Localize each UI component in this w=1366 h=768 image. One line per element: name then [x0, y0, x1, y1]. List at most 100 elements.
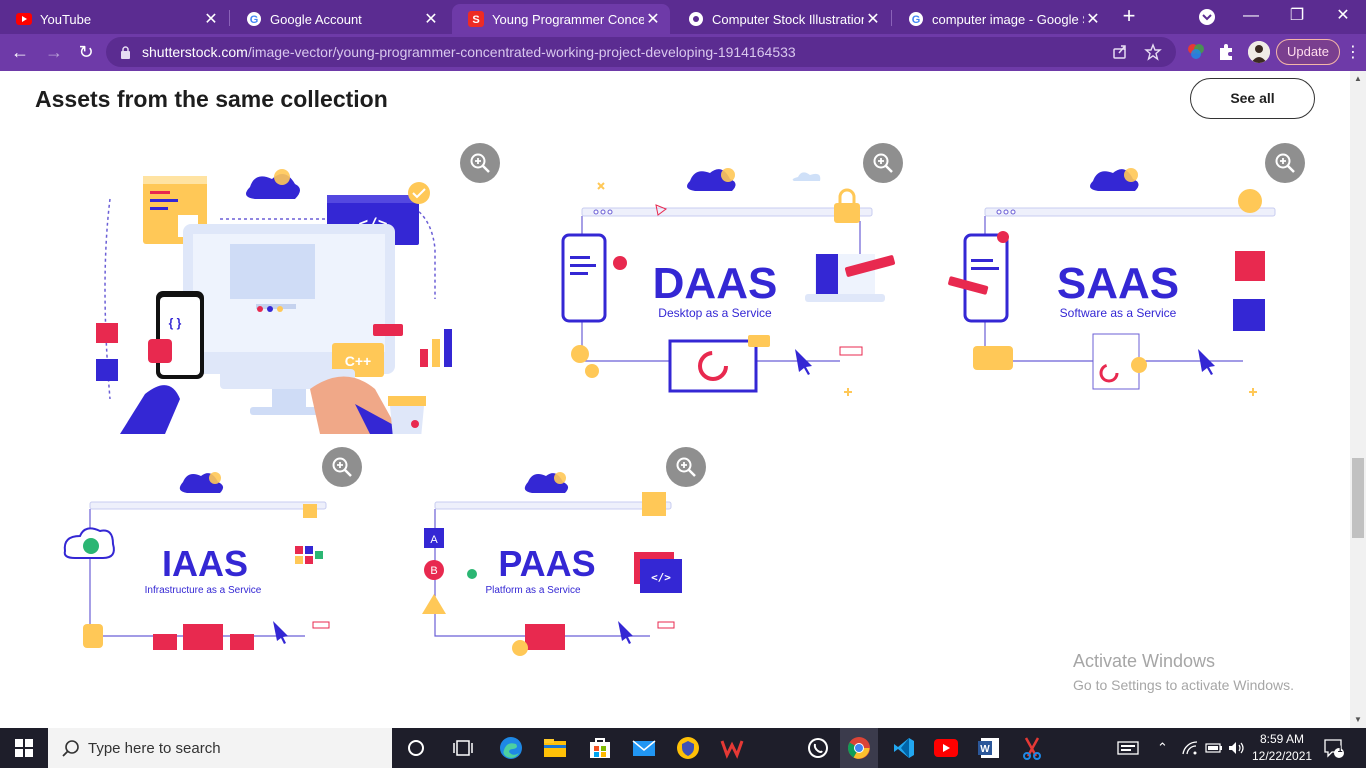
show-hidden-icons-icon[interactable]: ⌃	[1157, 728, 1168, 768]
update-button[interactable]: Update	[1276, 39, 1340, 65]
section-title: Assets from the same collection	[35, 86, 388, 112]
notification-count: 1	[1337, 744, 1343, 754]
activate-windows-subtitle: Go to Settings to activate Windows.	[1073, 677, 1294, 693]
more-menu-icon[interactable]: ⋮	[1345, 42, 1361, 62]
volume-icon[interactable]	[1228, 728, 1246, 768]
forward-icon[interactable]: →	[42, 40, 66, 64]
zoom-icon[interactable]	[863, 143, 903, 183]
svg-text:W: W	[980, 744, 990, 755]
tab-strip: YouTube ✕ G Google Account ✕ S Young Pro…	[0, 0, 1366, 34]
zoom-icon[interactable]	[1265, 143, 1305, 183]
close-tab-icon[interactable]: ✕	[1084, 9, 1102, 29]
taskbar-search-box[interactable]: Type here to search	[48, 728, 392, 768]
iaas-heading: IAAS	[162, 543, 248, 584]
svg-text:G: G	[912, 14, 921, 26]
tab-computer-stock[interactable]: Computer Stock Illustrations, ✕	[672, 4, 890, 34]
tab-search-icon[interactable]	[1198, 8, 1216, 26]
zoom-icon[interactable]	[460, 143, 500, 183]
paas-code-label: </>	[651, 571, 671, 584]
search-icon	[62, 739, 80, 762]
url-text: shutterstock.com/image-vector/young-prog…	[142, 44, 796, 60]
scroll-thumb[interactable]	[1352, 458, 1364, 538]
battery-icon[interactable]	[1205, 728, 1223, 768]
close-tab-icon[interactable]: ✕	[864, 9, 882, 29]
zoom-icon[interactable]	[322, 447, 362, 487]
close-tab-icon[interactable]: ✕	[202, 9, 220, 29]
programmer-illustration: </> C++ { }	[96, 169, 452, 449]
bookmark-star-icon[interactable]	[1144, 43, 1162, 61]
reload-icon[interactable]: ↻	[74, 40, 98, 64]
zoom-icon[interactable]	[666, 447, 706, 487]
wps-office-icon[interactable]	[720, 736, 744, 760]
paas-heading: PAAS	[498, 543, 595, 584]
tab-title: YouTube	[40, 11, 92, 27]
taskbar-clock[interactable]: 8:59 AM 12/22/2021	[1252, 731, 1312, 765]
whatsapp-icon[interactable]	[806, 736, 830, 760]
file-explorer-icon[interactable]	[543, 736, 567, 760]
window-close-icon[interactable]: ✕	[1320, 0, 1366, 34]
tab-title: Computer Stock Illustrations,	[712, 11, 864, 27]
profile-avatar[interactable]	[1248, 41, 1270, 63]
vpn-shield-icon[interactable]	[676, 736, 700, 760]
share-icon[interactable]	[1111, 43, 1129, 61]
tab-computer-image-search[interactable]: G computer image - Google Se ✕	[892, 4, 1110, 34]
windows-taskbar: Type here to search W ⌃ 8:59 AM 12/22/20…	[0, 728, 1366, 768]
daas-heading: DAAS	[653, 259, 778, 308]
asset-card-saas[interactable]: SAAS Software as a Service	[943, 143, 1313, 411]
url-path: /image-vector/young-programmer-concentra…	[247, 44, 796, 60]
tab-google-account[interactable]: G Google Account ✕	[230, 4, 448, 34]
vscode-icon[interactable]	[892, 736, 916, 760]
asset-card-daas[interactable]: DAAS Desktop as a Service	[540, 143, 910, 411]
chrome-icon[interactable]	[847, 736, 871, 760]
tab-young-programmer[interactable]: S Young Programmer Concentr ✕	[452, 4, 670, 34]
windows-start-icon[interactable]	[0, 728, 48, 768]
close-tab-icon[interactable]: ✕	[422, 9, 440, 29]
tab-youtube[interactable]: YouTube ✕	[0, 4, 228, 34]
paas-illustration: A B PAAS Platform as a Service </>	[422, 472, 682, 656]
notification-center-icon[interactable]: 1	[1323, 728, 1345, 768]
cortana-icon[interactable]	[404, 736, 428, 760]
language-bar-icon[interactable]	[1117, 728, 1139, 768]
asset-card-iaas[interactable]: IAAS Infrastructure as a Service	[55, 447, 362, 671]
asset-card-programmer[interactable]: </> C++ { }	[90, 143, 510, 449]
iaas-illustration: IAAS Infrastructure as a Service	[63, 472, 330, 650]
google-icon: G	[246, 11, 262, 27]
youtube-app-icon[interactable]	[934, 736, 958, 760]
color-extension-icon[interactable]	[1186, 42, 1206, 62]
scroll-up-icon[interactable]: ▲	[1350, 71, 1366, 87]
iaas-subtitle: Infrastructure as a Service	[145, 585, 262, 596]
saas-illustration: SAAS Software as a Service	[948, 168, 1276, 396]
browser-toolbar: ← → ↻ shutterstock.com/image-vector/youn…	[0, 34, 1366, 71]
tab-title: computer image - Google Se	[932, 11, 1084, 27]
cpp-text: C++	[345, 353, 371, 369]
restore-icon[interactable]: ❐	[1274, 0, 1320, 34]
shutterstock-icon: S	[468, 11, 484, 27]
task-view-icon[interactable]	[451, 736, 475, 760]
page-scrollbar[interactable]: ▲ ▼	[1350, 71, 1366, 728]
clock-time: 8:59 AM	[1259, 732, 1305, 746]
new-tab-button[interactable]: +	[1118, 5, 1140, 27]
wifi-icon[interactable]	[1182, 728, 1198, 768]
see-all-button[interactable]: See all	[1190, 78, 1315, 119]
page-content: Assets from the same collection See all …	[0, 71, 1350, 728]
activate-windows-title: Activate Windows	[1073, 651, 1216, 671]
clock-date: 12/22/2021	[1252, 749, 1313, 763]
close-tab-icon[interactable]: ✕	[644, 9, 662, 29]
snipping-tool-icon[interactable]	[1020, 736, 1044, 760]
edge-icon[interactable]	[499, 736, 523, 760]
extensions-puzzle-icon[interactable]	[1216, 42, 1236, 62]
asset-card-paas[interactable]: A B PAAS Platform as a Service </>	[400, 447, 706, 671]
svg-text:G: G	[250, 14, 259, 26]
google-icon: G	[908, 11, 924, 27]
store-icon[interactable]	[588, 736, 612, 760]
paas-subtitle: Platform as a Service	[485, 585, 580, 596]
back-icon[interactable]: ←	[8, 40, 32, 64]
tab-title: Google Account	[270, 11, 362, 27]
svg-text:S: S	[472, 14, 479, 26]
mail-icon[interactable]	[632, 736, 656, 760]
scroll-down-icon[interactable]: ▼	[1350, 712, 1366, 728]
word-icon[interactable]: W	[977, 736, 1001, 760]
minimize-icon[interactable]: —	[1228, 0, 1274, 34]
address-bar[interactable]: shutterstock.com/image-vector/young-prog…	[106, 37, 1176, 67]
saas-subtitle: Software as a Service	[1060, 306, 1177, 320]
